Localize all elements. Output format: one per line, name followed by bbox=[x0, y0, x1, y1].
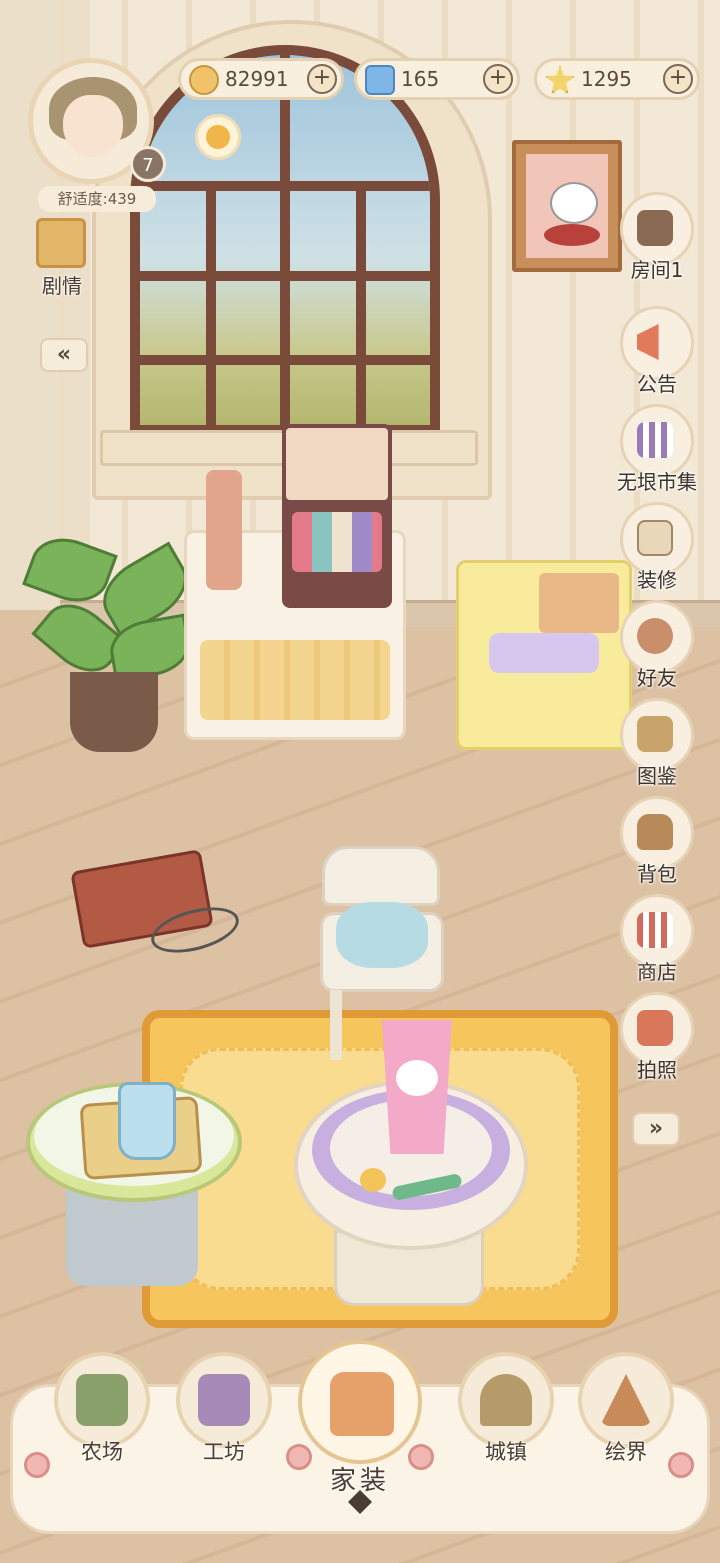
town-gate-icon bbox=[480, 1374, 532, 1426]
arched-window[interactable] bbox=[130, 45, 440, 435]
add-star-button[interactable]: + bbox=[663, 64, 693, 94]
window-mullion bbox=[140, 271, 430, 281]
handbook-label: 图鉴 bbox=[637, 764, 677, 788]
nav-town-label: 城镇 bbox=[485, 1440, 527, 1464]
thread-spools bbox=[292, 512, 382, 572]
story-book-icon[interactable] bbox=[36, 218, 86, 268]
window-mullion bbox=[280, 55, 290, 425]
backpack-icon bbox=[637, 814, 673, 850]
flower-decoration bbox=[24, 1452, 50, 1478]
side-table-legs bbox=[66, 1190, 198, 1286]
bag-button[interactable]: 背包 bbox=[618, 796, 696, 892]
crystal-value: 165 bbox=[401, 67, 440, 91]
notice-button[interactable]: 公告 bbox=[618, 306, 696, 402]
farm-icon bbox=[76, 1374, 128, 1426]
armchair-icon bbox=[330, 1372, 394, 1436]
nav-art-label: 绘界 bbox=[605, 1440, 647, 1464]
flower-decoration bbox=[408, 1444, 434, 1470]
market-button[interactable]: 无垠市集 bbox=[617, 404, 697, 500]
player-level-badge: 7 bbox=[130, 146, 166, 182]
hello-kitty-print bbox=[396, 1060, 438, 1096]
flower-decoration bbox=[286, 1444, 312, 1470]
star-icon bbox=[545, 65, 575, 95]
nav-farm[interactable]: 农场 bbox=[52, 1352, 152, 1482]
photo-label: 拍照 bbox=[637, 1058, 677, 1082]
star-counter: 1295 + bbox=[534, 58, 700, 100]
weather-sun-icon[interactable] bbox=[195, 114, 241, 160]
collapse-left-button[interactable]: « bbox=[40, 338, 88, 372]
add-coin-button[interactable]: + bbox=[307, 64, 337, 94]
water-jug[interactable] bbox=[118, 1082, 176, 1160]
handbook-button[interactable]: 图鉴 bbox=[618, 698, 696, 794]
room-button[interactable]: 房间1 bbox=[618, 192, 696, 288]
friends-label: 好友 bbox=[637, 666, 677, 690]
notice-label: 公告 bbox=[637, 372, 677, 396]
nav-workshop-label: 工坊 bbox=[203, 1440, 245, 1464]
potted-plant[interactable] bbox=[70, 672, 158, 752]
story-label[interactable]: 剧情 bbox=[24, 270, 100, 299]
market-label: 无垠市集 bbox=[617, 470, 697, 494]
coin-value: 82991 bbox=[225, 67, 289, 91]
cat-picture-frame[interactable] bbox=[512, 140, 622, 272]
window-mullion bbox=[356, 185, 366, 425]
shop-button[interactable]: 商店 bbox=[618, 894, 696, 990]
nav-workshop[interactable]: 工坊 bbox=[174, 1352, 274, 1482]
coin-counter: 82991 + bbox=[178, 58, 344, 100]
shop-icon bbox=[637, 912, 673, 948]
chair-back bbox=[322, 846, 440, 906]
yarn-ball bbox=[360, 1168, 386, 1192]
camera-icon bbox=[637, 1010, 673, 1046]
room-label: 房间1 bbox=[630, 258, 684, 282]
avatar-face bbox=[63, 95, 123, 157]
comfort-score: 舒适度:439 bbox=[38, 186, 156, 212]
nav-town[interactable]: 城镇 bbox=[456, 1352, 556, 1482]
decorate-label: 装修 bbox=[637, 568, 677, 592]
friends-button[interactable]: 好友 bbox=[618, 600, 696, 696]
window-mullion bbox=[140, 355, 430, 365]
star-value: 1295 bbox=[581, 67, 632, 91]
chair-leg bbox=[330, 990, 342, 1060]
sewing-box-lid bbox=[282, 424, 392, 504]
add-crystal-button[interactable]: + bbox=[483, 64, 513, 94]
window-mullion bbox=[140, 181, 430, 191]
shop-label: 商店 bbox=[637, 960, 677, 984]
nav-home-decor[interactable]: 家装 bbox=[298, 1340, 422, 1496]
market-stall-icon bbox=[637, 422, 673, 458]
photo-button[interactable]: 拍照 bbox=[618, 992, 696, 1088]
decorate-button[interactable]: 装修 bbox=[618, 502, 696, 598]
lace-roll bbox=[489, 633, 599, 673]
expand-right-button[interactable]: » bbox=[632, 1112, 680, 1146]
cat-icon bbox=[550, 182, 598, 224]
thread-spool-rack bbox=[206, 470, 242, 590]
yarn-rolls bbox=[200, 640, 390, 720]
blue-cushion bbox=[336, 902, 428, 968]
nav-farm-label: 农场 bbox=[81, 1440, 123, 1464]
paint-roller-icon bbox=[637, 520, 673, 556]
nav-art[interactable]: 绘界 bbox=[576, 1352, 676, 1482]
bag-label: 背包 bbox=[637, 862, 677, 886]
cat-painting bbox=[526, 154, 608, 258]
cushion-icon bbox=[544, 224, 600, 246]
crystal-counter: 165 + bbox=[354, 58, 520, 100]
room-icon bbox=[637, 210, 673, 246]
window-mullion bbox=[206, 185, 216, 425]
friends-icon bbox=[637, 618, 673, 654]
coin-icon bbox=[189, 65, 219, 95]
open-book-icon bbox=[637, 716, 673, 752]
crystal-icon bbox=[365, 65, 395, 95]
workshop-icon bbox=[198, 1374, 250, 1426]
